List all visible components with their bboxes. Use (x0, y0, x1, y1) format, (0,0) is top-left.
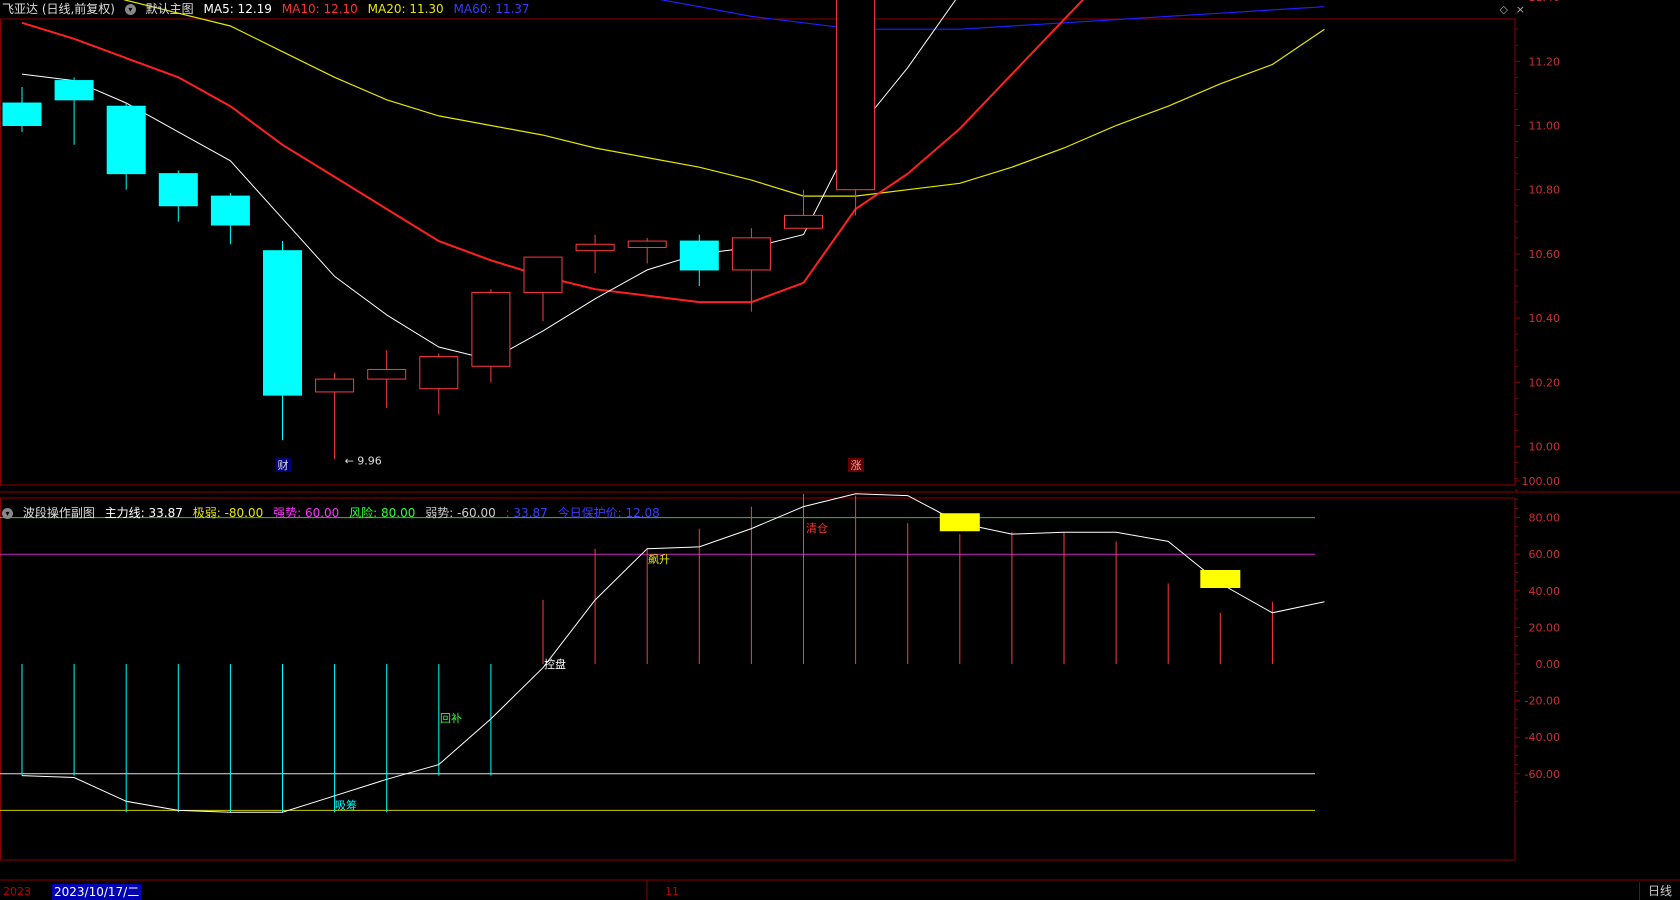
candle-body (679, 240, 719, 271)
y-tick-label: 10.40 (1529, 312, 1561, 325)
candle-body (158, 173, 198, 207)
candle-body (2, 102, 42, 126)
candle-body (210, 195, 250, 226)
xichou-label: 吸筹 (335, 798, 357, 812)
candle-body (471, 291, 511, 367)
main-chart-header: 飞亚达 (日线,前复权) ▾ 默认主图 MA5: 12.19 MA10: 12.… (2, 0, 536, 18)
sub-y-tick-label: -20.00 (1525, 695, 1560, 708)
weak-label: 弱势: -60.00 (425, 506, 496, 520)
kongpan-label: 控盘 (544, 657, 566, 671)
y-tick-label: 10.20 (1529, 376, 1561, 389)
chart-canvas[interactable]: 12.6012.4012.2012.0011.8011.6011.4011.20… (0, 0, 1680, 900)
ma5-line (21, 0, 957, 361)
huibu-label: 回补 (440, 712, 462, 725)
period-button[interactable]: 日线 (1639, 882, 1680, 900)
sub-y-tick-label: 40.00 (1529, 585, 1561, 598)
qingcang-label: 清仓 (806, 521, 828, 535)
close-icon[interactable]: × (1516, 3, 1525, 16)
y-tick-label: 10.00 (1529, 441, 1561, 454)
warning-signal-box (1200, 569, 1241, 588)
indicator-name[interactable]: 波段操作副图 (23, 506, 95, 520)
sub-y-tick-label: -60.00 (1525, 768, 1560, 781)
protect-price-label: 今日保护价: 12.08 (557, 506, 660, 520)
dropdown-icon[interactable]: ▾ (124, 4, 136, 15)
biaosheng-label: 飙升 (648, 552, 670, 566)
candle-body (263, 250, 302, 396)
sub-y-tick-label: 0.00 (1536, 658, 1561, 671)
sub-y-tick-label: 60.00 (1529, 548, 1561, 561)
y-tick-label: 11.00 (1529, 120, 1561, 133)
candle-body (419, 356, 459, 390)
main-force-line (21, 493, 1325, 813)
month-label: 11 (665, 885, 679, 898)
candle-body (731, 237, 771, 271)
ma10-label: MA10: 12.10 (281, 2, 358, 16)
candle-body (836, 0, 876, 191)
sub-y-tick-label: 20.00 (1529, 621, 1561, 634)
ma5-label: MA5: 12.19 (203, 2, 272, 16)
y-tick-label: 10.80 (1529, 184, 1561, 197)
y-tick-label: 10.60 (1529, 248, 1561, 261)
candle-body (315, 378, 355, 393)
main-chart-name[interactable]: 默认主图 (146, 2, 194, 16)
risk-label: 风险: 80.00 (349, 506, 416, 520)
sub-dropdown-icon[interactable]: ▾ (2, 508, 13, 519)
sub-y-tick-label: 100.00 (1522, 475, 1561, 488)
clear-signal-box (939, 513, 980, 532)
stock-title[interactable]: 飞亚达 (日线,前复权) (2, 2, 115, 16)
year-label: 2023 (3, 885, 31, 898)
candle-body (627, 240, 667, 248)
ma10-line (21, 0, 1085, 304)
event-cai-label: 财 (278, 458, 289, 472)
candle-body (54, 80, 94, 101)
sub-chart-frame (0, 497, 1516, 861)
candle-body (575, 243, 615, 252)
ma60-label: MA60: 11.37 (453, 2, 530, 16)
candle-body (106, 105, 146, 175)
sub-y-tick-label: 80.00 (1529, 512, 1561, 525)
ma20-label: MA20: 11.30 (367, 2, 444, 16)
strong-label: 强势: 60.00 (273, 506, 340, 520)
candle-body (523, 256, 563, 293)
extreme-weak-label: 极弱: -80.00 (192, 506, 264, 520)
main-line-label: 主力线: 33.87 (104, 506, 183, 520)
current-date: 2023/10/17/二 (52, 884, 142, 900)
candle-body (367, 368, 407, 380)
y-tick-label: 11.20 (1529, 55, 1561, 68)
candle-body (784, 214, 823, 229)
y-tick-label: 11.40 (1529, 0, 1561, 4)
sub-y-tick-label: -40.00 (1525, 731, 1560, 744)
value-label: : 33.87 (505, 506, 548, 520)
diamond-icon[interactable]: ◇ (1500, 3, 1508, 16)
low-label: ← 9.96 (345, 454, 382, 467)
event-zhang-label: 涨 (851, 459, 862, 472)
sub-chart-header: ▾ 波段操作副图 主力线: 33.87 极弱: -80.00 强势: 60.00… (2, 504, 666, 522)
